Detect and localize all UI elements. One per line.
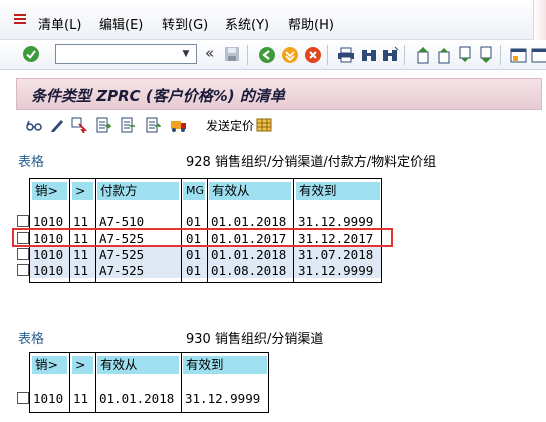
toolbar-separator — [404, 45, 405, 65]
first-page-icon[interactable] — [414, 46, 432, 64]
exit-icon[interactable] — [281, 46, 299, 64]
find-icon[interactable] — [360, 46, 378, 64]
page-title: 条件类型 ZPRC (客户价格%) 的清单 — [31, 87, 285, 105]
menu-edit[interactable]: 编辑(E) — [99, 14, 143, 33]
shortcut-icon[interactable] — [531, 46, 546, 64]
column-divider — [95, 246, 96, 278]
window-control-area — [533, 0, 546, 40]
save-icon[interactable] — [224, 46, 242, 64]
column-header-sales-org[interactable]: 销> — [32, 356, 67, 374]
cell-material-group: 01 — [186, 263, 202, 278]
section-1-description: 928 销售组织/分销渠道/付款方/物料定价组 — [186, 155, 437, 170]
section-2-label: 表格 — [18, 332, 45, 347]
section-1-label: 表格 — [18, 155, 45, 170]
column-header-distribution-channel[interactable]: > — [72, 356, 93, 374]
column-header-valid-from[interactable]: 有效从 — [97, 356, 179, 374]
document-arrow-icon[interactable] — [95, 117, 112, 133]
glasses-display-icon[interactable] — [26, 117, 42, 133]
menu-bar: 清单(L) 编辑(E) 转到(G) 系统(Y) 帮助(H) — [0, 0, 546, 40]
command-field[interactable] — [55, 44, 197, 64]
menu-system[interactable]: 系统(Y) — [225, 14, 269, 33]
enter-check-icon[interactable] — [22, 45, 40, 63]
cancel-icon[interactable] — [304, 46, 322, 64]
cell-distribution-channel: 11 — [73, 391, 89, 406]
column-header-payer[interactable]: 付款方 — [97, 182, 179, 200]
column-divider — [69, 353, 70, 413]
menu-goto[interactable]: 转到(G) — [162, 14, 208, 33]
toolbar-separator — [500, 45, 501, 65]
document-detail-icon[interactable] — [145, 117, 162, 133]
cell-sales-org: 1010 — [33, 247, 64, 262]
menu-list[interactable]: 清单(L) — [38, 14, 81, 33]
cell-distribution-channel: 11 — [73, 263, 89, 278]
layout-grid-icon[interactable] — [256, 117, 272, 133]
row-select-checkbox[interactable] — [17, 392, 29, 404]
column-header-sales-org[interactable]: 销> — [32, 182, 67, 200]
cell-payer: A7-525 — [99, 263, 145, 278]
cell-sales-org: 1010 — [33, 391, 64, 406]
truck-send-icon[interactable] — [170, 117, 186, 133]
cell-payer: A7-525 — [99, 247, 145, 262]
find-next-icon[interactable] — [381, 46, 399, 64]
toolbar-separator — [247, 45, 248, 65]
cell-material-group: 01 — [186, 247, 202, 262]
send-price-button[interactable]: 发送定价 — [206, 117, 254, 134]
column-divider — [207, 246, 208, 278]
select-icon[interactable] — [71, 117, 88, 134]
column-divider — [181, 353, 182, 413]
previous-page-icon[interactable] — [435, 46, 453, 64]
row-select-checkbox[interactable] — [17, 248, 29, 260]
command-dropdown-icon[interactable]: ▼ — [179, 48, 193, 60]
toolbar-separator — [327, 45, 328, 65]
pencil-change-icon[interactable] — [49, 117, 65, 133]
print-icon[interactable] — [337, 46, 355, 64]
column-header-valid-to[interactable]: 有效到 — [183, 356, 267, 374]
cell-sales-org: 1010 — [33, 263, 64, 278]
menu-help[interactable]: 帮助(H) — [288, 14, 334, 33]
cell-valid-to: 31.12.9999 — [185, 391, 261, 406]
column-header-distribution-channel[interactable]: > — [72, 182, 93, 200]
back-icon[interactable] — [258, 46, 276, 64]
column-divider — [95, 353, 96, 413]
cell-distribution-channel: 11 — [73, 247, 89, 262]
column-divider — [181, 246, 182, 278]
back-history-icon[interactable]: « — [205, 44, 214, 62]
column-header-valid-to[interactable]: 有效到 — [296, 182, 380, 200]
column-divider — [293, 246, 294, 278]
last-page-icon[interactable] — [477, 46, 495, 64]
document-list-icon[interactable] — [120, 117, 136, 133]
new-session-icon[interactable] — [510, 46, 528, 64]
title-bar: 条件类型 ZPRC (客户价格%) 的清单 — [16, 78, 542, 110]
highlight-box — [12, 228, 393, 247]
column-header-material-group[interactable]: MG — [183, 182, 205, 200]
menu-icon[interactable] — [14, 14, 26, 26]
next-page-icon[interactable] — [456, 46, 474, 64]
cell-valid-from: 01.08.2018 — [211, 263, 287, 278]
cell-valid-from: 01.01.2018 — [99, 391, 175, 406]
cell-valid-from: 01.01.2018 — [211, 247, 287, 262]
column-header-valid-from[interactable]: 有效从 — [209, 182, 291, 200]
row-select-checkbox[interactable] — [17, 264, 29, 276]
application-toolbar: 发送定价 — [16, 112, 542, 138]
cell-valid-to: 31.07.2018 — [298, 247, 374, 262]
cell-valid-to: 31.12.9999 — [298, 263, 374, 278]
section-2-description: 930 销售组织/分销渠道 — [186, 332, 324, 347]
row-select-checkbox[interactable] — [17, 215, 29, 227]
column-divider — [69, 246, 70, 278]
